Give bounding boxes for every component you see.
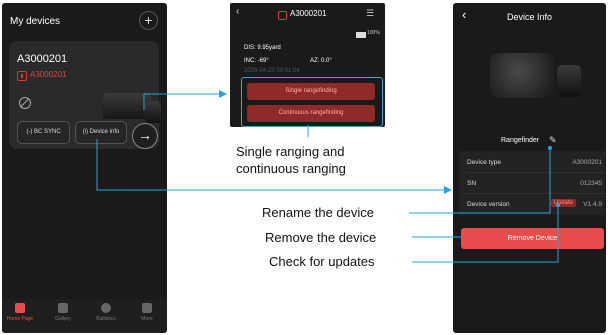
annotation-ranging: Single ranging and continuous ranging (236, 143, 346, 177)
connector-rename-dot (548, 146, 552, 150)
connector-arrow-to-ranging (143, 90, 227, 110)
annotation-ranging-line2: continuous ranging (236, 161, 346, 176)
connector-rename (409, 148, 551, 214)
connector-check-updates (412, 205, 559, 263)
annotation-remove: Remove the device (265, 230, 377, 245)
connector-check-dot (556, 203, 560, 207)
annotation-check-updates: Check for updates (269, 254, 375, 269)
annotation-ranging-line1: Single ranging and (236, 144, 345, 159)
annotation-rename: Rename the device (262, 205, 375, 220)
